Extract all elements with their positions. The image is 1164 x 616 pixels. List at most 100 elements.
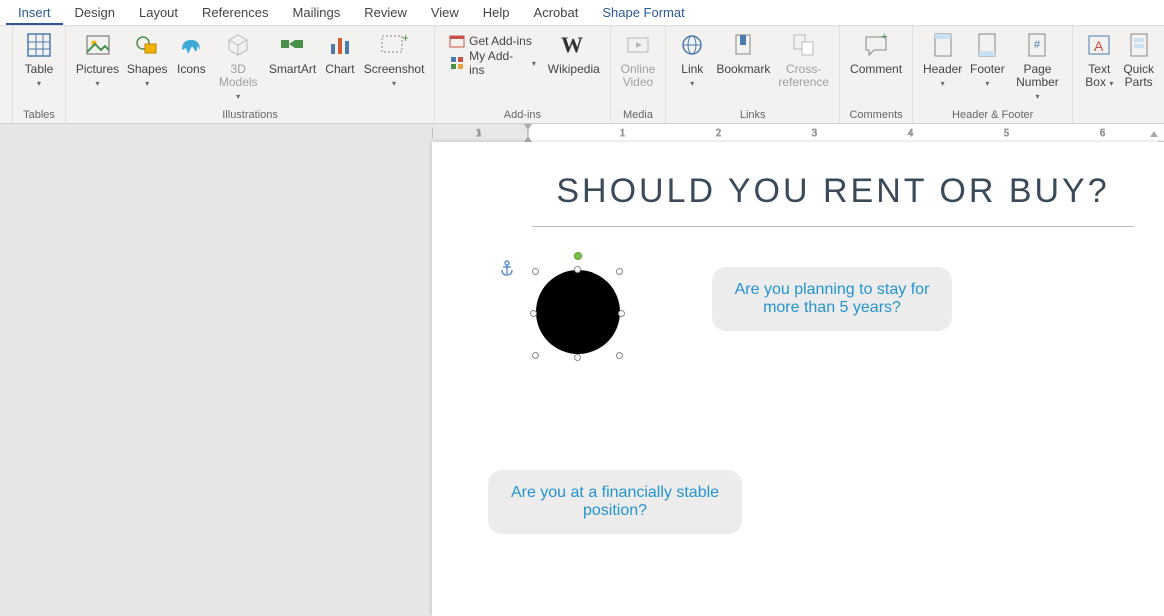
tab-help[interactable]: Help xyxy=(471,1,522,25)
tab-mailings[interactable]: Mailings xyxy=(281,1,353,25)
title-divider xyxy=(532,226,1134,227)
svg-text:2: 2 xyxy=(716,128,721,139)
text-box-icon: A xyxy=(1085,31,1113,59)
tab-layout[interactable]: Layout xyxy=(127,1,190,25)
my-addins-label: My Add-ins xyxy=(469,49,528,77)
group-illustrations-label: Illustrations xyxy=(72,109,428,123)
chevron-down-icon: ▾ xyxy=(96,77,100,90)
icons-button[interactable]: Icons xyxy=(171,28,211,89)
svg-text:W: W xyxy=(561,34,583,56)
resize-handle-nw[interactable] xyxy=(532,268,539,275)
link-label: Link xyxy=(681,63,703,76)
chart-button[interactable]: Chart xyxy=(320,28,360,89)
video-icon xyxy=(624,31,652,59)
tab-references[interactable]: References xyxy=(190,1,280,25)
smartart-button[interactable]: SmartArt xyxy=(265,28,320,89)
text-box-button[interactable]: A TextBox ▾ xyxy=(1079,28,1119,90)
svg-text:1: 1 xyxy=(620,128,625,139)
group-tables: Table▾ Tables xyxy=(13,26,66,123)
shapes-label: Shapes xyxy=(127,63,168,76)
comment-button[interactable]: + Comment xyxy=(846,28,906,89)
tab-insert[interactable]: Insert xyxy=(6,1,63,25)
document-workspace[interactable]: SHOULD YOU RENT OR BUY? Are you planning… xyxy=(0,142,1164,615)
resize-handle-ne[interactable] xyxy=(616,268,623,275)
cross-reference-button[interactable]: Cross-reference xyxy=(774,28,833,89)
group-text: A TextBox ▾ QuickParts xyxy=(1073,26,1164,123)
group-links-label: Links xyxy=(672,109,833,123)
wikipedia-button[interactable]: W Wikipedia xyxy=(544,28,604,89)
footer-icon xyxy=(973,31,1001,59)
table-icon xyxy=(25,31,53,59)
resize-handle-s[interactable] xyxy=(574,354,581,361)
smartart-icon xyxy=(278,31,306,59)
shapes-button[interactable]: Shapes▾ xyxy=(123,28,171,90)
tab-shape-format[interactable]: Shape Format xyxy=(590,1,696,25)
3d-models-button[interactable]: 3DModels ▾ xyxy=(211,28,265,103)
store-icon xyxy=(449,33,465,49)
group-comments: + Comment Comments xyxy=(840,26,913,123)
wikipedia-label: Wikipedia xyxy=(548,63,600,76)
header-icon xyxy=(929,31,957,59)
group-header-footer: Header▾ Footer▾ # PageNumber ▾ Header & … xyxy=(913,26,1073,123)
tab-design[interactable]: Design xyxy=(63,1,127,25)
group-comments-label: Comments xyxy=(846,109,906,123)
chevron-down-icon: ▾ xyxy=(1109,79,1113,88)
quick-parts-icon xyxy=(1125,31,1153,59)
svg-text:5: 5 xyxy=(1004,128,1009,139)
chevron-down-icon: ▾ xyxy=(941,77,945,90)
table-button[interactable]: Table▾ xyxy=(19,28,59,90)
svg-text:6: 6 xyxy=(1100,128,1105,139)
document-page[interactable]: SHOULD YOU RENT OR BUY? Are you planning… xyxy=(432,142,1164,616)
chevron-down-icon: ▾ xyxy=(690,77,694,90)
chevron-down-icon: ▾ xyxy=(37,77,41,90)
wikipedia-icon: W xyxy=(560,31,588,59)
text-box-label-l2: Box xyxy=(1085,75,1106,89)
document-title: SHOULD YOU RENT OR BUY? xyxy=(532,172,1134,211)
resize-handle-se[interactable] xyxy=(616,352,623,359)
chevron-down-icon: ▾ xyxy=(1035,92,1039,101)
screenshot-button[interactable]: + Screenshot▾ xyxy=(360,28,428,90)
online-video-button[interactable]: OnlineVideo xyxy=(617,28,660,89)
tab-view[interactable]: View xyxy=(419,1,471,25)
smartart-label: SmartArt xyxy=(269,63,316,76)
header-label: Header xyxy=(923,63,962,76)
shapes-icon xyxy=(133,31,161,59)
resize-handle-sw[interactable] xyxy=(532,352,539,359)
link-icon xyxy=(678,31,706,59)
footer-button[interactable]: Footer▾ xyxy=(966,28,1008,90)
page-number-icon: # xyxy=(1023,31,1051,59)
quick-parts-button[interactable]: QuickParts xyxy=(1119,28,1158,89)
pictures-icon xyxy=(84,31,112,59)
ribbon: Table▾ Tables Pictures▾ Shapes▾ Icons 3D… xyxy=(0,26,1164,124)
footer-label: Footer xyxy=(970,63,1005,76)
oval-shape[interactable] xyxy=(536,270,620,354)
horizontal-ruler[interactable]: 1 1 2 3 4 5 6 xyxy=(432,124,1164,142)
bubble-2[interactable]: Are you at a financially stable position… xyxy=(488,470,742,534)
link-button[interactable]: Link▾ xyxy=(672,28,712,90)
bookmark-button[interactable]: Bookmark xyxy=(712,28,774,89)
chevron-down-icon: ▾ xyxy=(985,77,989,90)
resize-handle-w[interactable] xyxy=(530,310,537,317)
tab-review[interactable]: Review xyxy=(352,1,419,25)
header-button[interactable]: Header▾ xyxy=(919,28,966,90)
svg-text:#: # xyxy=(1034,39,1041,51)
page-number-button[interactable]: # PageNumber ▾ xyxy=(1009,28,1067,103)
pictures-button[interactable]: Pictures▾ xyxy=(72,28,123,90)
bookmark-label: Bookmark xyxy=(716,63,770,76)
chart-label: Chart xyxy=(325,63,354,76)
svg-text:3: 3 xyxy=(812,128,817,139)
cross-reference-label-l2: reference xyxy=(778,76,829,89)
svg-text:+: + xyxy=(881,32,887,43)
resize-handle-n[interactable] xyxy=(574,266,581,273)
rotation-handle[interactable] xyxy=(574,252,582,260)
chevron-down-icon: ▾ xyxy=(392,77,396,90)
resize-handle-e[interactable] xyxy=(618,310,625,317)
my-addins-button[interactable]: My Add-ins ▾ xyxy=(445,52,540,74)
bubble-1[interactable]: Are you planning to stay for more than 5… xyxy=(712,267,952,331)
selected-oval-shape[interactable] xyxy=(528,252,628,362)
tab-acrobat[interactable]: Acrobat xyxy=(522,1,591,25)
addins-icon xyxy=(449,55,465,71)
group-addins-label: Add-ins xyxy=(441,109,603,123)
comment-label: Comment xyxy=(850,63,902,76)
group-media-label: Media xyxy=(617,109,660,123)
